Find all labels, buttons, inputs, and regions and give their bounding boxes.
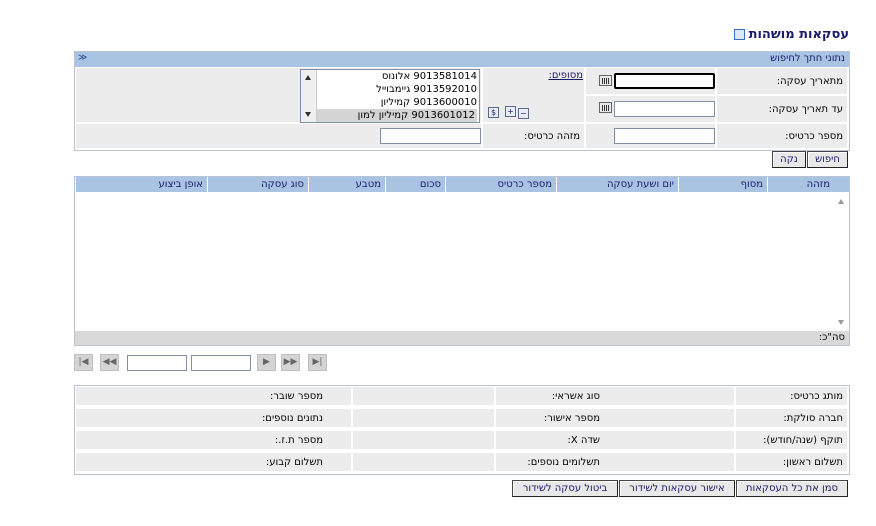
column-header[interactable]: סוג עסקה bbox=[207, 177, 308, 192]
additional-data-label: נתונים נוספים: bbox=[261, 413, 323, 424]
column-header[interactable]: סכום bbox=[385, 177, 445, 192]
page-icon bbox=[733, 29, 745, 40]
detail-label-cell: מספר אישור: bbox=[495, 408, 735, 428]
column-header[interactable]: מספר כרטיס bbox=[445, 177, 556, 192]
detail-label-cell: מספר ת.ז.: bbox=[75, 430, 352, 450]
calendar-icon[interactable] bbox=[599, 75, 612, 86]
scroll-up-icon[interactable] bbox=[305, 75, 311, 80]
search-panel-header: נתוני חתך לחיפוש ≫ bbox=[75, 52, 849, 67]
detail-label-cell: חברה סולקת: bbox=[735, 408, 848, 428]
column-header[interactable]: מטבע bbox=[308, 177, 385, 192]
scroll-up-icon[interactable] bbox=[838, 199, 844, 204]
detail-value-cell bbox=[352, 386, 495, 406]
scroll-down-icon[interactable] bbox=[305, 112, 311, 117]
select-all-button[interactable]: סמן את כל העסקאות bbox=[736, 480, 848, 497]
search-button[interactable]: חיפוש bbox=[807, 151, 848, 168]
id-number-label: מספר ת.ז.: bbox=[274, 435, 323, 446]
fixed-payment-label: תשלום קבוע: bbox=[265, 457, 323, 468]
detail-label-cell: תשלום קבוע: bbox=[75, 452, 352, 472]
detail-value-cell bbox=[352, 430, 495, 450]
from-date-label: מתאריך עסקה: bbox=[776, 76, 843, 87]
column-header[interactable]: מסוף bbox=[678, 177, 767, 192]
detail-label-cell: סוג אשראי: bbox=[495, 386, 735, 406]
terminal-option[interactable]: 9013592010 גיימבוייל bbox=[376, 83, 477, 96]
search-panel-title: נתוני חתך לחיפוש bbox=[770, 53, 845, 64]
prev-page-icon[interactable]: ◀◀ bbox=[100, 354, 119, 371]
grid-footer: סה"כ: bbox=[75, 331, 849, 345]
clearing-company-label: חברה סולקת: bbox=[783, 413, 843, 424]
approve-transmit-button[interactable]: אישור עסקאות לשידור bbox=[619, 480, 735, 497]
results-grid: מזהה מסוף יום ושעת עסקה מספר כרטיס סכום … bbox=[74, 176, 850, 346]
column-header[interactable]: מזהה bbox=[767, 177, 834, 192]
to-date-input[interactable] bbox=[614, 101, 715, 117]
detail-label-cell: תוקף (שנה/חודש): bbox=[735, 430, 848, 450]
terminal-option[interactable]: 9013600010 קמיליון bbox=[381, 96, 477, 109]
card-id-input[interactable] bbox=[380, 128, 481, 144]
detail-label-cell: תשלומים נוספים: bbox=[495, 452, 735, 472]
clear-button[interactable]: נקה bbox=[772, 151, 806, 168]
validity-label: תוקף (שנה/חודש): bbox=[763, 435, 843, 446]
column-header[interactable]: אופן ביצוע bbox=[75, 177, 207, 192]
detail-label-cell: נתונים נוספים: bbox=[75, 408, 352, 428]
first-page-icon[interactable]: |◀ bbox=[74, 354, 93, 371]
next-page-icon[interactable]: ▶ bbox=[257, 354, 276, 371]
last-page-icon[interactable]: ▶| bbox=[308, 354, 327, 371]
plus-icon[interactable]: + bbox=[505, 106, 516, 117]
card-id-label: מזהה כרטיס: bbox=[523, 131, 580, 142]
pager-input-right[interactable] bbox=[191, 355, 251, 371]
detail-value-cell bbox=[352, 452, 495, 472]
pager-input-left[interactable] bbox=[127, 355, 187, 371]
card-id-label-cell: מזהה כרטיס: bbox=[482, 123, 585, 149]
terminal-option[interactable]: 9013581014 אלונוס bbox=[382, 70, 477, 83]
detail-label-cell: מספר שובר: bbox=[75, 386, 352, 406]
card-number-label: מספר כרטיס: bbox=[785, 131, 843, 142]
from-date-input[interactable] bbox=[614, 73, 715, 89]
from-date-label-cell: מתאריך עסקה: bbox=[716, 67, 848, 95]
grid-total-label: סה"כ: bbox=[818, 332, 845, 343]
calendar-icon[interactable] bbox=[599, 102, 612, 113]
approval-number-label: מספר אישור: bbox=[543, 413, 600, 424]
detail-value-cell bbox=[352, 408, 495, 428]
column-header[interactable]: יום ושעת עסקה bbox=[556, 177, 678, 192]
additional-payments-label: תשלומים נוספים: bbox=[527, 457, 600, 468]
terminals-scrollbar[interactable] bbox=[301, 70, 317, 122]
cancel-transmit-button[interactable]: ביטול עסקה לשידור bbox=[512, 480, 618, 497]
card-number-label-cell: מספר כרטיס: bbox=[716, 123, 848, 149]
terminal-option-selected[interactable]: 9013601012 קמיליון למון bbox=[317, 109, 477, 122]
detail-label-cell: שדה X: bbox=[495, 430, 735, 450]
to-date-label-cell: עד תאריך עסקה: bbox=[716, 95, 848, 123]
grid-scrollbar[interactable] bbox=[834, 192, 849, 329]
card-number-input[interactable] bbox=[614, 128, 715, 144]
dollar-icon[interactable]: $ bbox=[488, 107, 499, 118]
minus-icon[interactable]: − bbox=[518, 108, 529, 119]
page-title-wrap: עסקאות מושהות bbox=[733, 27, 849, 42]
card-brand-label: מותג כרטיס: bbox=[790, 391, 843, 402]
first-payment-label: תשלום ראשון: bbox=[782, 457, 843, 468]
page-title: עסקאות מושהות bbox=[748, 27, 849, 42]
scroll-down-icon[interactable] bbox=[838, 320, 844, 325]
detail-label-cell: תשלום ראשון: bbox=[735, 452, 848, 472]
voucher-number-label: מספר שובר: bbox=[270, 391, 323, 402]
terminals-list[interactable]: 9013581014 אלונוס 9013592010 גיימבוייל 9… bbox=[300, 69, 480, 123]
credit-type-label: סוג אשראי: bbox=[551, 391, 600, 402]
field-x-label: שדה X: bbox=[567, 435, 601, 446]
detail-label-cell: מותג כרטיס: bbox=[735, 386, 848, 406]
terminals-link[interactable]: מסופים: bbox=[549, 70, 584, 81]
grid-header: מזהה מסוף יום ושעת עסקה מספר כרטיס סכום … bbox=[75, 177, 849, 192]
collapse-icon[interactable]: ≫ bbox=[78, 54, 87, 64]
next-fast-icon[interactable]: ▶▶ bbox=[281, 354, 300, 371]
to-date-label: עד תאריך עסקה: bbox=[768, 104, 843, 115]
